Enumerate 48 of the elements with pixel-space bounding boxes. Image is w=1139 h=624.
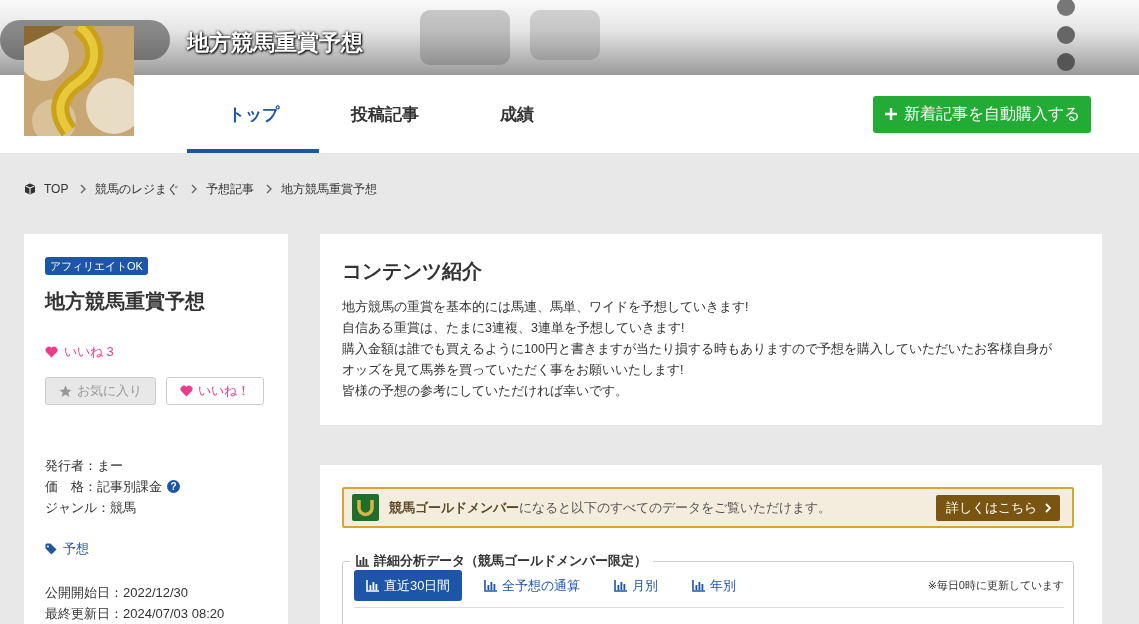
help-icon[interactable]: ? <box>167 480 180 493</box>
cube-icon <box>24 183 36 195</box>
breadcrumb-link[interactable]: 競馬のレジまぐ <box>95 180 180 198</box>
period-tab[interactable]: 月別 <box>602 570 671 601</box>
description-text: オッズを見て馬券を買っていただく事をお願いいたします! <box>342 362 685 379</box>
plus-icon <box>884 107 898 121</box>
breadcrumb-link[interactable]: 予想記事 <box>206 180 255 198</box>
period-tab[interactable]: 全予想の通算 <box>472 570 593 601</box>
like-button[interactable]: いいね！ <box>166 377 264 405</box>
breadcrumb-current: 地方競馬重賞予想 <box>281 180 378 198</box>
detail-text: 価 格：記事別課金 <box>45 478 162 496</box>
bar-chart-icon <box>356 555 369 567</box>
bar-chart-icon <box>484 579 498 592</box>
heart-icon <box>45 346 58 358</box>
bar-chart-icon <box>692 579 706 592</box>
bar-chart-icon <box>366 579 379 592</box>
section-title: コンテンツ紹介 <box>342 259 483 284</box>
member-message: 競馬ゴールドメンバーになると以下のすべてのデータをご覧いただけます。 <box>389 498 832 517</box>
description-text: 購入金額は誰でも買えるように100円と書きますが当たり損する時もありますので予想を購入していただいたお客様自身が <box>342 341 1053 358</box>
description-text: 地方競馬の重賞を基本的には馬連、馬単、ワイドを予想していきます! <box>342 299 750 316</box>
tag-icon <box>45 543 57 555</box>
heart-icon <box>180 385 193 397</box>
nav-tab[interactable]: 成績 <box>451 75 583 153</box>
period-tab[interactable]: 年別 <box>680 570 749 601</box>
chevron-icon <box>266 184 274 194</box>
date-text: 最終更新日：2024/07/03 08:20 <box>45 605 226 623</box>
star-icon <box>59 384 72 398</box>
analysis-title: 詳細分析データ（競馬ゴールドメンバー限定） <box>350 552 653 570</box>
update-note: ※毎日0時に更新しています <box>927 578 1064 593</box>
chevron-icon <box>191 184 199 194</box>
chevron-icon <box>80 184 88 194</box>
sidebar-title: 地方競馬重賞予想 <box>45 289 206 314</box>
detail-text: 発行者：まー <box>45 457 123 475</box>
horseshoe-icon <box>352 494 379 521</box>
details-button[interactable]: 詳しくはこちら <box>936 494 1060 521</box>
description-text: 皆様の予想の参考にしていただければ幸いです。 <box>342 383 629 400</box>
tag-link[interactable]: 予想 <box>63 540 89 558</box>
detail-text: ジャンル：競馬 <box>45 499 136 517</box>
nav-tab[interactable]: 投稿記事 <box>319 75 451 153</box>
affiliate-badge: アフィリエイトOK <box>45 257 148 275</box>
period-tab[interactable]: 直近30日間 <box>354 570 463 601</box>
nav-tab[interactable]: トップ <box>187 75 319 153</box>
description-text: 自信ある重賞は、たまに3連複、3連単を予想していきます! <box>342 320 686 337</box>
date-text: 公開開始日：2022/12/30 <box>45 584 190 602</box>
breadcrumb-link[interactable]: TOP <box>44 182 69 196</box>
chevron-icon <box>1045 502 1052 513</box>
bar-chart-icon <box>614 579 628 592</box>
like-count: いいね 3 <box>64 343 114 361</box>
